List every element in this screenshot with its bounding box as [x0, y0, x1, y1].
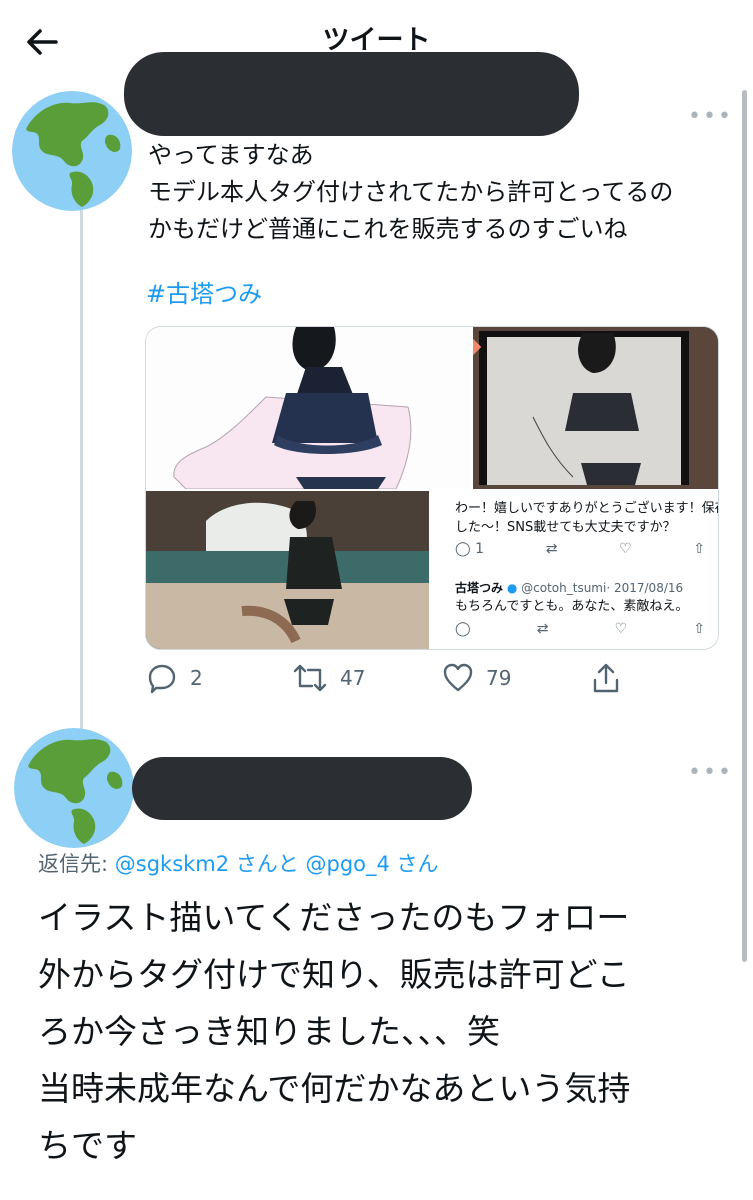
like-count: 79	[486, 666, 512, 690]
tweet-line: かもだけど普通にこれを販売するのすごいね	[148, 215, 628, 243]
tweet-line: やってますなあ	[148, 141, 314, 169]
tweet-line: ろか今さっき知りました、、、笑	[38, 1012, 500, 1051]
reply-to-mid: さんと	[229, 852, 306, 876]
tweet-line: モデル本人タグ付けされてたから許可とってるの	[148, 178, 674, 206]
like-button[interactable]: 79	[442, 662, 511, 694]
retweet-icon: ⇄	[536, 621, 549, 637]
quoted-actions-2: ◯ ⇄ ♡ ⇧	[455, 621, 705, 637]
globe-avatar-icon	[12, 91, 132, 211]
illustration-image[interactable]	[146, 327, 471, 489]
quoted-author-name: 古塔つみ	[455, 581, 504, 595]
reply-icon: ◯ 1	[455, 541, 485, 557]
quoted-line: した〜！SNS載せても大丈夫ですか？	[455, 520, 676, 535]
quoted-reply-count: 1	[475, 541, 485, 557]
more-icon[interactable]: •••	[688, 760, 733, 785]
share-icon: ⇧	[693, 541, 705, 557]
quoted-tweet-screenshot[interactable]: わー！嬉しいですありがとうございます！保存 した〜！SNS載せても大丈夫ですか？…	[431, 491, 718, 649]
like-icon	[443, 663, 473, 692]
avatar[interactable]	[14, 728, 134, 848]
scrollbar[interactable]	[742, 90, 747, 962]
like-icon: ♡	[614, 621, 628, 637]
share-icon: ⇧	[693, 621, 705, 637]
tweet-text: やってますなあ モデル本人タグ付けされてたから許可とってるの かもだけど普通にこ…	[148, 137, 728, 248]
quoted-date: · 2017/08/16	[606, 581, 684, 595]
beach-photo-image[interactable]	[146, 491, 429, 649]
quoted-line: わー！嬉しいですありがとうございます！保存	[455, 501, 718, 516]
share-icon	[593, 663, 619, 693]
tweet-line: イラスト描いてくださったのもフォロー	[38, 898, 630, 937]
tweet-line: ちです	[38, 1126, 137, 1165]
more-icon[interactable]: •••	[688, 104, 733, 129]
thread-line	[80, 210, 83, 730]
tweet-text: イラスト描いてくださったのもフォロー 外からタグ付けで知り、販売は許可どこ ろか…	[38, 889, 738, 1174]
reply-count: 2	[190, 666, 203, 690]
reply-to-suffix: さん	[389, 852, 439, 876]
framed-photo-image[interactable]	[473, 327, 718, 489]
reply-icon: ◯	[455, 621, 471, 637]
quoted-reply-text: もちろんですとも。あなた、素敵ねえ。	[455, 599, 689, 614]
verified-icon: ●	[506, 581, 518, 595]
globe-avatar-icon	[14, 728, 134, 848]
tweet-line: 外からタグ付けで知り、販売は許可どこ	[38, 955, 630, 994]
retweet-icon: ⇄	[545, 541, 558, 557]
redacted-name	[132, 757, 472, 820]
mention-link[interactable]: @pgo_4	[305, 852, 389, 876]
quoted-text: わー！嬉しいですありがとうございます！保存 した〜！SNS載せても大丈夫ですか？	[455, 499, 718, 537]
reply-to-prefix: 返信先:	[38, 852, 115, 876]
reply-button[interactable]: 2	[146, 662, 203, 694]
retweet-button[interactable]: 47	[292, 662, 365, 694]
reply-icon	[148, 664, 176, 694]
media-grid[interactable]: わー！嬉しいですありがとうございます！保存 した〜！SNS載せても大丈夫ですか？…	[145, 326, 719, 650]
redacted-name	[124, 52, 579, 136]
quoted-author-handle: @cotoh_tsumi	[521, 581, 607, 595]
reply-to-line: 返信先: @sgkskm2 さんと @pgo_4 さん	[38, 848, 439, 878]
mention-link[interactable]: @sgkskm2	[115, 852, 229, 876]
framed-photo-drawing	[473, 327, 718, 489]
share-button[interactable]	[590, 662, 622, 694]
beach-photo-drawing	[146, 491, 429, 649]
illustration-drawing	[173, 327, 412, 489]
retweet-count: 47	[340, 666, 366, 690]
avatar[interactable]	[12, 91, 132, 211]
hashtag-link[interactable]: #古塔つみ	[146, 276, 262, 313]
like-icon: ♡	[619, 541, 632, 557]
quoted-actions: ◯ 1 ⇄ ♡ ⇧	[455, 541, 705, 557]
retweet-icon	[293, 664, 327, 692]
quoted-author: 古塔つみ ● @cotoh_tsumi· 2017/08/16	[455, 579, 683, 598]
tweet-line: 当時未成年なんで何だかなあという気持	[38, 1069, 631, 1108]
